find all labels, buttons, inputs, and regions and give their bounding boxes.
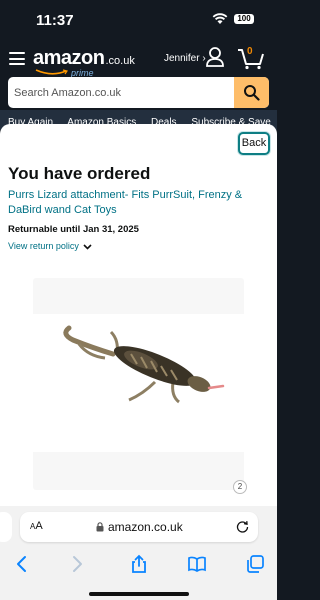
reload-icon[interactable] <box>236 520 249 533</box>
account-icon[interactable] <box>205 46 225 68</box>
browser-bottom-bar: AA amazon.co.uk <box>0 506 277 600</box>
lock-icon <box>96 522 104 532</box>
cart-count: 0 <box>247 46 253 57</box>
share-icon[interactable] <box>129 554 149 574</box>
chevron-down-icon <box>83 244 92 250</box>
address-domain: amazon.co.uk <box>108 520 183 534</box>
menu-icon[interactable] <box>9 52 25 65</box>
returnable-date: Returnable until Jan 31, 2025 <box>8 224 139 235</box>
page-title: You have ordered <box>8 164 151 183</box>
battery-icon: 100 <box>234 14 254 24</box>
search-icon <box>244 85 260 101</box>
image-counter-badge: 2 <box>233 480 247 494</box>
status-bar: 11:37 100 <box>0 0 277 42</box>
search-button[interactable] <box>234 77 269 108</box>
product-image-carousel[interactable] <box>33 278 244 490</box>
address-bar[interactable]: AA amazon.co.uk <box>20 512 258 542</box>
bookmarks-icon[interactable] <box>187 554 207 574</box>
reader-settings-button[interactable]: AA <box>30 520 43 532</box>
back-arrow-icon[interactable] <box>12 554 32 574</box>
logo-tld: .co.uk <box>105 55 135 67</box>
logo-word: amazon <box>33 47 105 69</box>
aa-large: A <box>35 520 43 532</box>
status-time: 11:37 <box>36 12 74 29</box>
return-policy-label: View return policy <box>8 241 79 251</box>
previous-tab-peek[interactable] <box>0 512 12 542</box>
home-indicator <box>89 592 189 596</box>
product-title-link[interactable]: Purrs Lizard attachment- Fits PurrSuit, … <box>8 188 270 218</box>
logo-smile-icon <box>35 69 68 75</box>
tabs-icon[interactable] <box>245 554 265 574</box>
search-bar <box>8 77 269 108</box>
order-sheet: Back You have ordered Purrs Lizard attac… <box>0 124 277 506</box>
wifi-icon <box>212 13 228 24</box>
account-name[interactable]: Jennifer › <box>164 53 206 64</box>
search-input[interactable] <box>8 77 234 108</box>
forward-arrow-icon[interactable] <box>67 554 87 574</box>
lizard-toy-image <box>63 325 225 404</box>
return-policy-link[interactable]: View return policy <box>8 241 92 251</box>
amazon-logo[interactable]: amazon.co.uk prime <box>33 47 135 78</box>
product-image <box>33 314 244 452</box>
back-button[interactable]: Back <box>238 132 270 155</box>
